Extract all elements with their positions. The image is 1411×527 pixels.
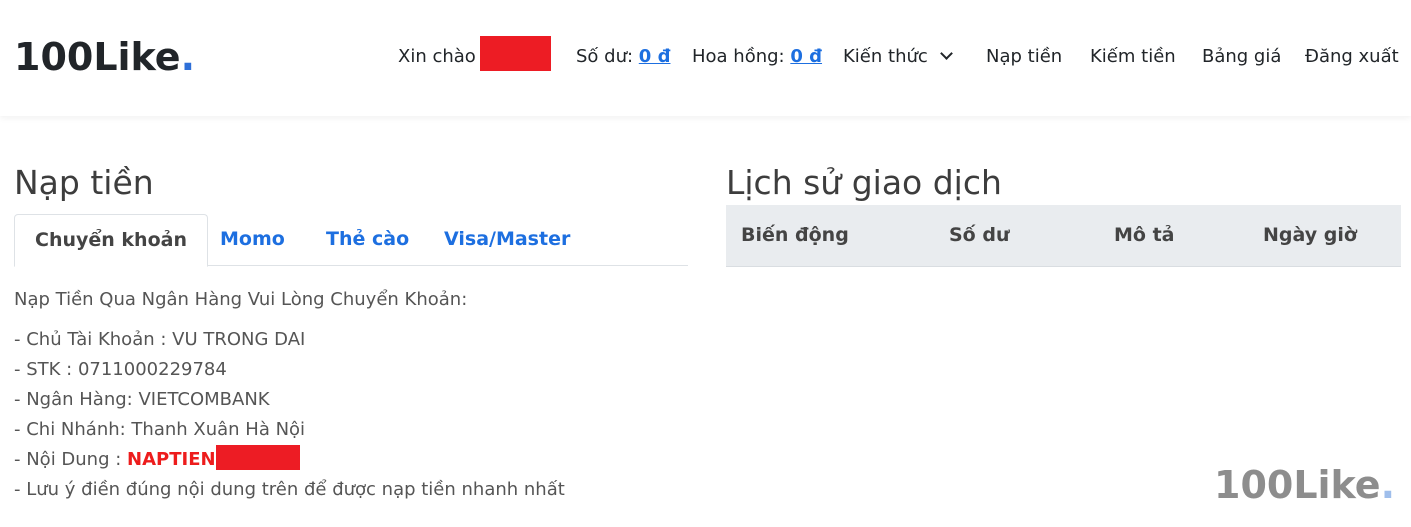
deposit-title: Nạp tiền: [14, 163, 154, 202]
bank-transfer-content: - Nội Dung : NAPTIEN: [14, 445, 300, 475]
history-title: Lịch sử giao dịch: [726, 163, 1002, 202]
tab-scratch-card[interactable]: Thẻ cào: [326, 214, 409, 264]
content-code: NAPTIEN: [127, 449, 216, 470]
bank-name: - Ngân Hàng: VIETCOMBANK: [14, 389, 270, 410]
column-datetime: Ngày giờ: [1263, 224, 1357, 246]
nav-earn-link[interactable]: Kiếm tiền: [1090, 45, 1176, 69]
watermark-dot: .: [1380, 463, 1396, 507]
redacted-username: [480, 36, 551, 71]
nav-knowledge-dropdown[interactable]: Kiến thức: [843, 45, 953, 69]
greeting-text: Xin chào: [398, 46, 476, 67]
commission-display: Hoa hồng: 0 đ: [692, 45, 822, 69]
commission-label: Hoa hồng:: [692, 46, 791, 67]
history-table-header: Biến động Số dư Mô tả Ngày giờ: [726, 205, 1401, 267]
balance-value[interactable]: 0 đ: [639, 46, 671, 67]
watermark-text: 100Like: [1214, 463, 1381, 507]
column-description: Mô tả: [1114, 224, 1175, 246]
nav-deposit-link[interactable]: Nạp tiền: [986, 45, 1062, 69]
nav-pricing-link[interactable]: Bảng giá: [1202, 45, 1281, 69]
bank-account-number: - STK : 0711000229784: [14, 359, 227, 380]
column-balance: Số dư: [949, 224, 1010, 246]
column-change: Biến động: [741, 224, 849, 246]
balance-label: Số dư:: [576, 46, 639, 67]
bank-branch: - Chi Nhánh: Thanh Xuân Hà Nội: [14, 419, 306, 440]
commission-value[interactable]: 0 đ: [790, 46, 822, 67]
bank-intro: Nạp Tiền Qua Ngân Hàng Vui Lòng Chuyển K…: [14, 289, 468, 310]
bank-owner: - Chủ Tài Khoản : VU TRONG DAI: [14, 329, 306, 350]
nav-knowledge-label: Kiến thức: [843, 46, 928, 67]
chevron-down-icon: [939, 47, 953, 60]
content-label: - Nội Dung :: [14, 449, 128, 470]
redacted-content-id: [215, 445, 300, 470]
tab-visa-master[interactable]: Visa/Master: [444, 214, 570, 264]
nav-logout-link[interactable]: Đăng xuất: [1305, 45, 1399, 69]
top-nav: Xin chào Số dư: 0 đ Hoa hồng: 0 đ Kiến t…: [0, 0, 1411, 116]
watermark-logo: 100Like.: [1214, 460, 1395, 510]
balance-display: Số dư: 0 đ: [576, 45, 670, 69]
bank-note: - Lưu ý điền đúng nội dung trên để được …: [14, 479, 565, 500]
site-header: 100Like. Xin chào Số dư: 0 đ Hoa hồng: 0…: [0, 0, 1411, 116]
deposit-tabs: Chuyển khoản Momo Thẻ cào Visa/Master: [14, 214, 688, 267]
tab-bank-transfer[interactable]: Chuyển khoản: [14, 214, 208, 267]
tab-momo[interactable]: Momo: [220, 214, 285, 264]
